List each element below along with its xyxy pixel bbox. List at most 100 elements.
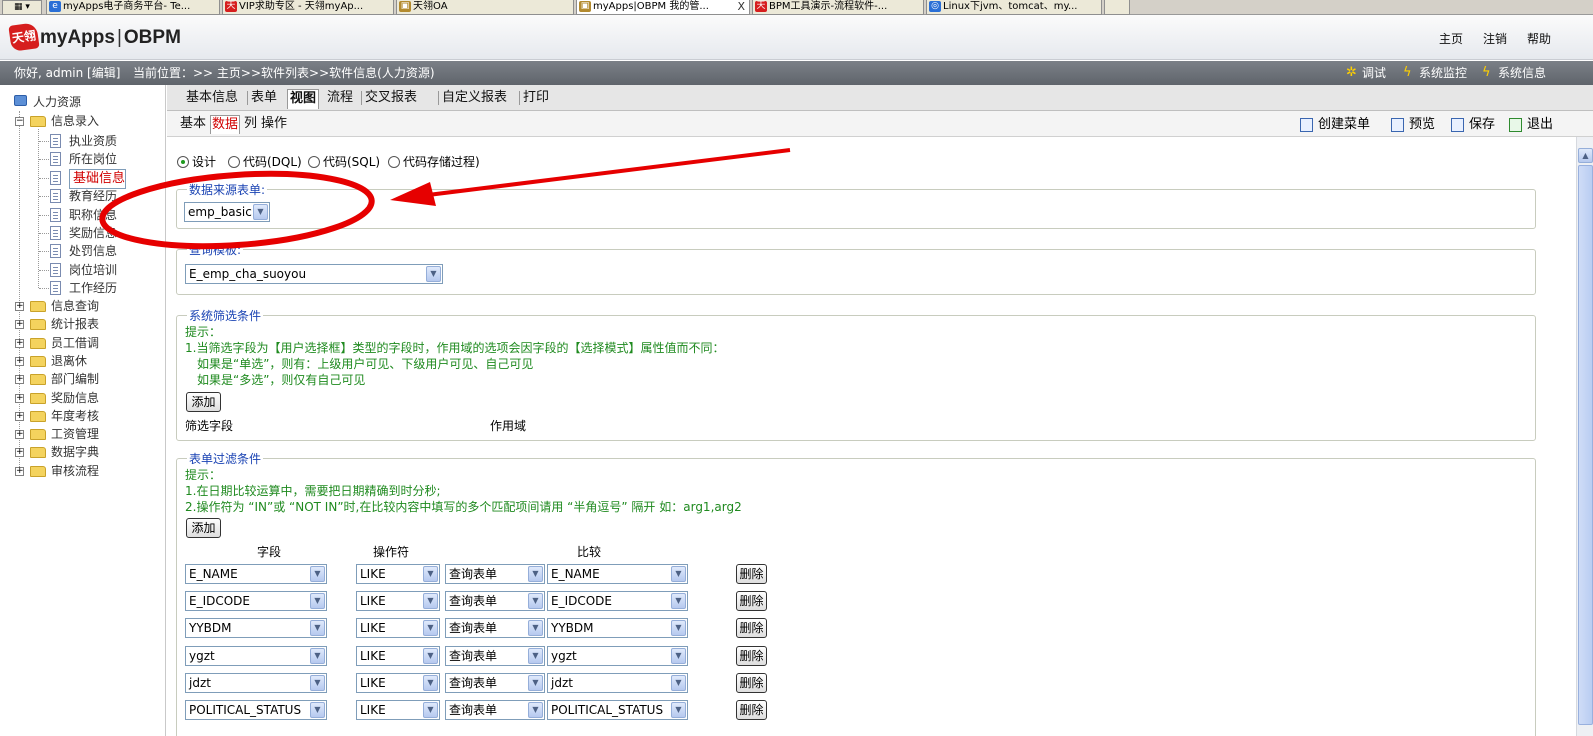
system-filter-add-button[interactable]: 添加	[186, 392, 221, 412]
tree-item[interactable]: 执业资质	[69, 132, 117, 150]
scrollbar-thumb[interactable]	[1578, 165, 1593, 725]
tab-sub[interactable]: 列	[244, 115, 257, 134]
tree-group[interactable]: 奖励信息	[51, 389, 99, 407]
condition-operator-select[interactable]: LIKE ▼	[356, 591, 440, 612]
condition-source-select[interactable]: 查询表单 ▼	[445, 591, 545, 612]
delete-button[interactable]: 删除	[736, 618, 767, 639]
browser-tab[interactable]: e myApps电子商务平台- Te...	[46, 0, 220, 15]
condition-source-select[interactable]: 查询表单 ▼	[445, 700, 545, 720]
condition-operator-select[interactable]: LIKE ▼	[356, 645, 440, 666]
tab-main[interactable]: 流程	[327, 89, 353, 109]
create-menu-button[interactable]: 创建菜单	[1300, 115, 1370, 135]
condition-compare-select[interactable]: jdzt ▼	[547, 672, 688, 693]
help-link[interactable]: 帮助	[1527, 30, 1551, 47]
mode-radio[interactable]: 代码(DQL)	[228, 155, 302, 170]
delete-button[interactable]: 删除	[736, 700, 767, 720]
tree-group-info-entry[interactable]: 信息录入	[51, 112, 99, 130]
tree-item-selected[interactable]: 基础信息	[69, 168, 127, 189]
expand-icon[interactable]: +	[15, 375, 24, 385]
expand-icon[interactable]: +	[15, 302, 24, 311]
expand-icon[interactable]: +	[15, 393, 24, 403]
expand-icon[interactable]: +	[15, 466, 24, 476]
tree-item[interactable]: 处罚信息	[69, 242, 117, 260]
expand-icon[interactable]: +	[15, 448, 24, 458]
expand-icon[interactable]: +	[15, 411, 24, 421]
mode-radio[interactable]: 设计	[177, 155, 216, 170]
mode-radio[interactable]: 代码存储过程)	[388, 155, 480, 170]
radio-button[interactable]	[388, 156, 400, 168]
tree-group[interactable]: 年度考核	[51, 407, 99, 425]
tab-main[interactable]: 视图	[287, 89, 320, 109]
condition-compare-select[interactable]: E_IDCODE ▼	[547, 591, 688, 612]
condition-operator-select[interactable]: LIKE ▼	[356, 564, 440, 584]
collapse-icon[interactable]: −	[15, 117, 24, 126]
tab-main[interactable]: 基本信息	[186, 89, 238, 109]
tree-item[interactable]: 职称信息	[69, 206, 117, 224]
tree-item[interactable]: 教育经历	[69, 187, 117, 205]
system-info-link[interactable]: ϟ 系统信息	[1482, 61, 1546, 85]
expand-icon[interactable]: +	[15, 338, 24, 348]
tree-group[interactable]: 员工借调	[51, 334, 99, 352]
expand-icon[interactable]: +	[15, 356, 24, 366]
condition-field-select[interactable]: ygzt ▼	[185, 645, 327, 666]
condition-operator-select[interactable]: LIKE ▼	[356, 672, 440, 693]
user-greeting[interactable]: 你好, admin [编辑]	[14, 61, 120, 85]
condition-compare-select[interactable]: YYBDM ▼	[547, 618, 688, 639]
condition-source-select[interactable]: 查询表单 ▼	[445, 618, 545, 639]
condition-field-select[interactable]: jdzt ▼	[185, 672, 327, 693]
tree-item[interactable]: 工作经历	[69, 279, 117, 297]
radio-button[interactable]	[308, 156, 320, 168]
condition-operator-select[interactable]: LIKE ▼	[356, 618, 440, 639]
tree-root[interactable]: 人力资源	[33, 93, 81, 111]
tab-main[interactable]: 交叉报表	[365, 89, 417, 109]
tree-group[interactable]: 统计报表	[51, 315, 99, 333]
debug-link[interactable]: ✲ 调试	[1346, 61, 1386, 85]
expand-icon[interactable]: +	[15, 430, 24, 440]
logout-link[interactable]: 注销	[1483, 30, 1507, 47]
exit-button[interactable]: 退出	[1509, 115, 1553, 135]
condition-source-select[interactable]: 查询表单 ▼	[445, 564, 545, 584]
tab-sub[interactable]: 基本	[180, 115, 206, 134]
tab-main[interactable]: 自定义报表	[442, 89, 507, 109]
form-filter-add-button[interactable]: 添加	[186, 518, 221, 538]
tab-sub[interactable]: 操作	[261, 115, 287, 134]
scroll-up-icon[interactable]: ▲	[1578, 148, 1593, 163]
delete-button[interactable]: 删除	[736, 591, 767, 612]
query-template-select[interactable]: E_emp_cha_suoyou ▼	[185, 264, 443, 284]
radio-button[interactable]	[228, 156, 240, 168]
tree-item[interactable]: 所在岗位	[69, 150, 117, 168]
vertical-scrollbar[interactable]: ▲	[1576, 137, 1593, 736]
condition-field-select[interactable]: E_IDCODE ▼	[185, 591, 327, 612]
condition-compare-select[interactable]: E_NAME ▼	[547, 564, 688, 584]
condition-field-select[interactable]: YYBDM ▼	[185, 618, 327, 639]
browser-tab[interactable]: ◎ Linux下jvm、tomcat、my...	[926, 0, 1102, 15]
condition-source-select[interactable]: 查询表单 ▼	[445, 645, 545, 666]
tree-group[interactable]: 审核流程	[51, 462, 99, 480]
radio-button[interactable]	[177, 156, 189, 168]
tree-group[interactable]: 退离休	[51, 352, 87, 370]
browser-tab[interactable]: 天 BPM工具演示-流程软件-...	[752, 0, 924, 15]
condition-operator-select[interactable]: LIKE ▼	[356, 700, 440, 720]
system-monitor-link[interactable]: ϟ 系统监控	[1403, 61, 1467, 85]
mode-radio[interactable]: 代码(SQL)	[308, 155, 380, 170]
condition-field-select[interactable]: E_NAME ▼	[185, 564, 327, 584]
browser-tab-empty[interactable]	[1104, 0, 1130, 15]
home-link[interactable]: 主页	[1439, 30, 1463, 47]
tab-list-button[interactable]: ▦ ▾	[2, 0, 42, 15]
tree-group[interactable]: 信息查询	[51, 297, 99, 315]
tab-sub[interactable]: 数据	[210, 115, 241, 134]
condition-compare-select[interactable]: ygzt ▼	[547, 645, 688, 666]
save-button[interactable]: 保存	[1451, 115, 1495, 135]
condition-field-select[interactable]: POLITICAL_STATUS ▼	[185, 700, 327, 720]
tab-main[interactable]: 打印	[523, 89, 549, 109]
tab-main[interactable]: 表单	[251, 89, 277, 109]
tree-group[interactable]: 数据字典	[51, 443, 99, 461]
tree-group[interactable]: 工资管理	[51, 425, 99, 443]
browser-tab[interactable]: ▣ 天翎OA	[396, 0, 574, 15]
delete-button[interactable]: 删除	[736, 672, 767, 693]
browser-tab-active[interactable]: ▣ myApps|OBPM 我的管... X	[576, 0, 750, 15]
condition-source-select[interactable]: 查询表单 ▼	[445, 672, 545, 693]
close-icon[interactable]: X	[737, 0, 745, 13]
tree-item[interactable]: 奖励信息	[69, 224, 117, 242]
preview-button[interactable]: 预览	[1391, 115, 1435, 135]
